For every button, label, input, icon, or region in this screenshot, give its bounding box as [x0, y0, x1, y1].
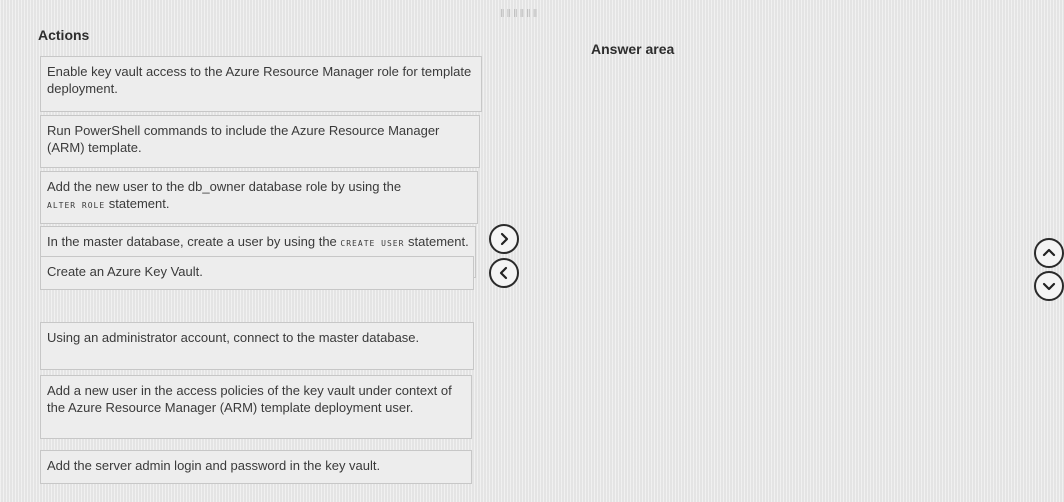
chevron-down-icon [1042, 282, 1056, 291]
move-right-button[interactable] [489, 224, 519, 254]
action-item-8[interactable]: Add the server admin login and password … [40, 450, 472, 484]
action-item-text: Run PowerShell commands to include the A… [47, 123, 440, 155]
top-handle-dots: ‖‖‖‖‖‖ [500, 8, 540, 20]
move-down-button[interactable] [1034, 271, 1064, 301]
action-item-code: ALTER ROLE [47, 201, 106, 210]
chevron-right-icon [500, 232, 509, 246]
action-item-text: Using an administrator account, connect … [47, 330, 420, 345]
action-item-text: Enable key vault access to the Azure Res… [47, 64, 472, 96]
move-up-button[interactable] [1034, 238, 1064, 268]
action-item-2[interactable]: Run PowerShell commands to include the A… [40, 115, 480, 168]
action-item-text: Add a new user in the access policies of… [47, 383, 452, 415]
action-item-text: Add the server admin login and password … [47, 458, 381, 473]
action-item-7[interactable]: Add a new user in the access policies of… [40, 375, 472, 439]
action-item-3[interactable]: Add the new user to the db_owner databas… [40, 171, 478, 224]
action-item-text: Create an Azure Key Vault. [47, 264, 203, 279]
action-item-1[interactable]: Enable key vault access to the Azure Res… [40, 56, 482, 112]
action-item-5[interactable]: Create an Azure Key Vault. [40, 256, 474, 290]
action-item-text: In the master database, create a user by… [47, 234, 337, 249]
action-item-text-tail: statement. [404, 234, 469, 249]
chevron-up-icon [1042, 248, 1056, 257]
actions-title: Actions [38, 27, 90, 43]
action-item-text-tail: statement. [105, 196, 170, 211]
chevron-left-icon [499, 266, 508, 280]
answer-area-title: Answer area [591, 41, 675, 57]
action-item-text: Add the new user to the db_owner databas… [47, 179, 402, 194]
action-item-code: CREATE USER [340, 239, 405, 248]
move-left-button[interactable] [489, 258, 519, 288]
action-item-6[interactable]: Using an administrator account, connect … [40, 322, 474, 370]
